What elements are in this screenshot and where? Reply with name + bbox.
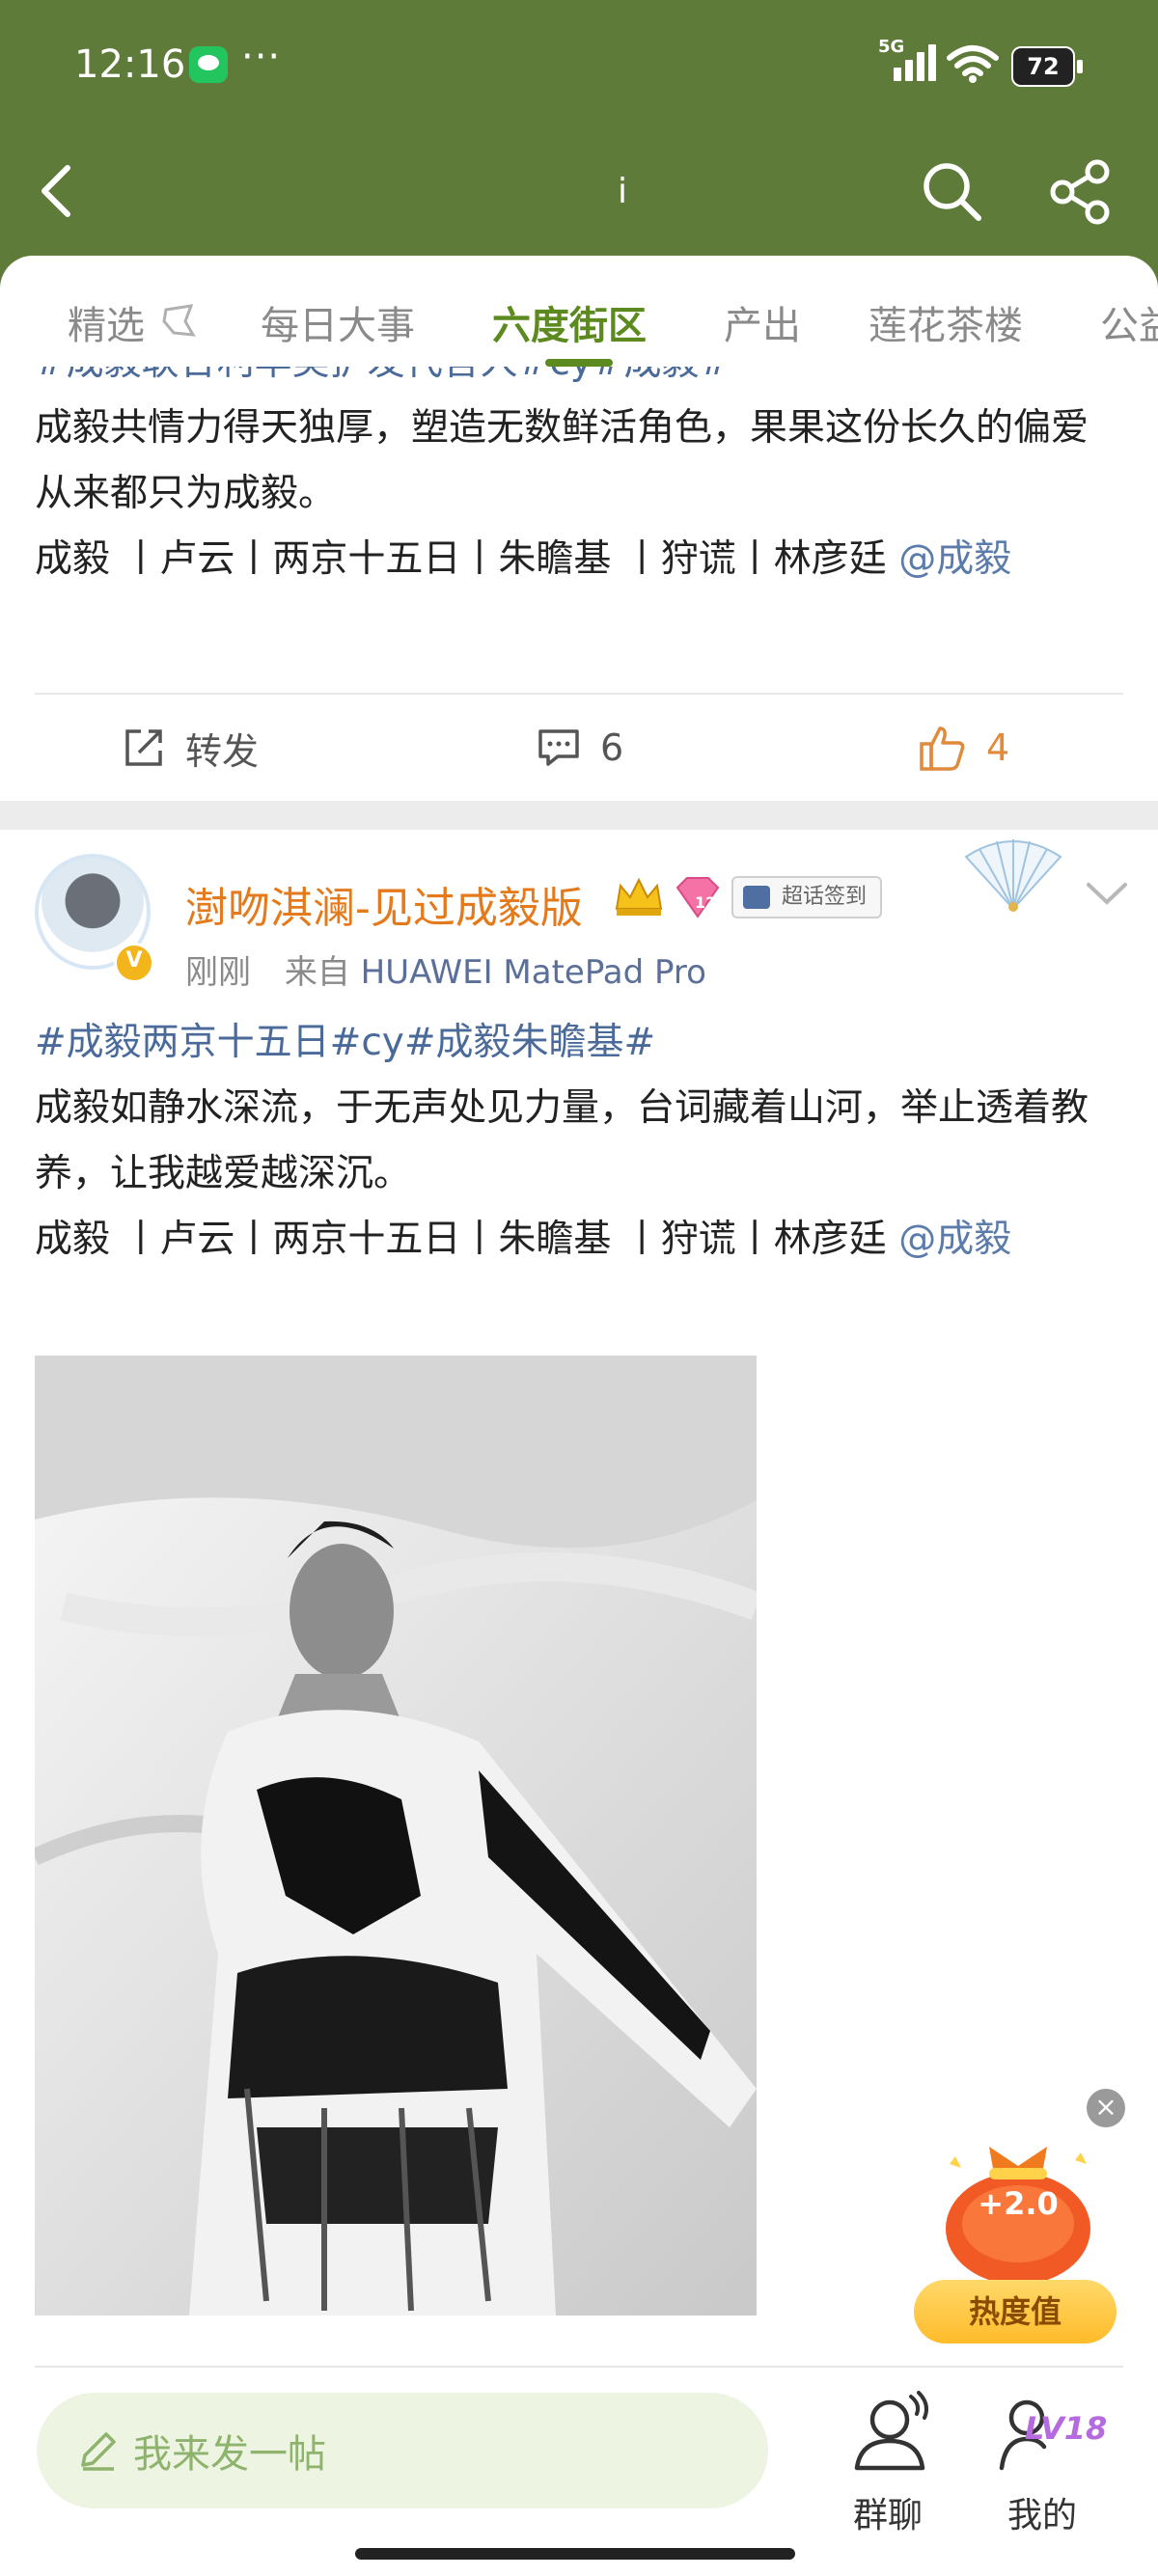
post-2-source-prefix: 来自	[284, 953, 350, 992]
tab-lotus-teahouse[interactable]: 莲花茶楼	[868, 294, 1023, 350]
profile-label: 我的	[1006, 2496, 1077, 2535]
cellular-signal-icon: 5G	[878, 37, 938, 81]
level-gem-number: 12	[695, 893, 717, 912]
post-2-meta: 刚刚 来自 HUAWEI MatePad Pro	[185, 945, 706, 993]
heat-value-widget[interactable]: × +2.0 热度值	[907, 2089, 1129, 2378]
group-chat-button[interactable]: 群聊	[840, 2391, 936, 2535]
message-notification-icon	[189, 46, 228, 83]
battery-indicator: 72	[1011, 46, 1083, 87]
like-button[interactable]: 4	[919, 722, 1009, 774]
photo-illustration	[35, 1356, 757, 2316]
search-icon[interactable]	[919, 158, 984, 224]
level-gem-icon: 12	[674, 876, 722, 918]
status-time: 12:16	[74, 42, 186, 87]
verified-badge: V	[114, 943, 154, 983]
post-2-hashtags[interactable]: #成毅两京十五日#cy#成毅朱瞻基#	[35, 1010, 1125, 1076]
status-bar: 12:16 ··· 5G 72	[0, 0, 1158, 130]
post-1-mention[interactable]: @成毅	[898, 537, 1011, 581]
repost-icon	[125, 729, 162, 766]
wifi-icon	[947, 45, 999, 83]
post-1-actions: 转发 6 4	[0, 695, 1158, 801]
post-2-roles-text: 成毅 丨卢云丨两京十五日丨朱瞻基 丨狩谎丨林彦廷	[35, 1218, 899, 1261]
post-1-roles: 成毅 丨卢云丨两京十五日丨朱瞻基 丨狩谎丨林彦廷 @成毅	[35, 527, 1125, 592]
post-1-hashtags[interactable]: #成毅联合利华美护发代言人#cy#成毅#	[35, 367, 1125, 396]
comment-count: 6	[600, 726, 624, 769]
nav-title-placeholder: i	[618, 172, 628, 211]
crown-icon	[615, 877, 663, 916]
chaohua-checkin-badge: 超话签到	[731, 876, 883, 918]
post-1-body: #成毅联合利华美护发代言人#cy#成毅# 成毅共情力得天独厚，塑造无数鲜活角色，…	[35, 367, 1125, 592]
post-2-roles: 成毅 丨卢云丨两京十五日丨朱瞻基 丨狩谎丨林彦廷 @成毅	[35, 1207, 1125, 1273]
more-notifications-indicator: ···	[241, 35, 282, 79]
bottom-divider	[35, 2366, 1123, 2368]
group-chat-label: 群聊	[852, 2496, 923, 2535]
post-2-mention[interactable]: @成毅	[898, 1218, 1011, 1261]
pencil-icon	[81, 2432, 116, 2471]
group-chat-icon	[854, 2391, 928, 2471]
compose-placeholder: 我来发一帖	[133, 2432, 326, 2477]
comment-icon	[538, 729, 579, 766]
tab-liudu-block[interactable]: 六度街区	[492, 294, 647, 350]
channel-tab-bar: 精选 每日大事 六度街区 产出 莲花茶楼 公益	[0, 256, 1158, 367]
post-separator	[0, 801, 1158, 830]
comment-button[interactable]: 6	[537, 722, 623, 774]
post-1-roles-text: 成毅 丨卢云丨两京十五日丨朱瞻基 丨狩谎丨林彦廷	[35, 537, 899, 581]
navigation-bar: i	[0, 145, 1158, 241]
post-2-time: 刚刚	[185, 953, 251, 992]
back-arrow-icon[interactable]	[29, 162, 87, 220]
thumbs-up-icon	[920, 726, 965, 771]
post-2-text: 成毅如静水深流，于无声处见力量，台词藏着山河，举止透着教养，让我越爱越深沉。	[35, 1086, 1089, 1195]
post-2-photo[interactable]	[35, 1356, 757, 2316]
repost-button[interactable]: 转发	[122, 722, 259, 774]
post-2-username[interactable]: 澍吻淇澜-见过成毅版	[185, 873, 583, 935]
repost-label: 转发	[185, 729, 260, 773]
post-1-text: 成毅共情力得天独厚，塑造无数鲜活角色，果果这份长久的偏爱从来都只为成毅。	[35, 406, 1089, 515]
user-level-badge: LV18	[1025, 2410, 1108, 2447]
heat-value-label[interactable]: 热度值	[914, 2280, 1117, 2343]
like-count: 4	[986, 726, 1010, 769]
profile-button[interactable]: LV18 我的	[994, 2391, 1107, 2535]
tab-charity[interactable]: 公益	[1100, 294, 1158, 350]
heat-value-amount: +2.0	[978, 2185, 1059, 2222]
active-tab-indicator	[545, 359, 613, 367]
featured-tab-icon	[162, 304, 196, 337]
network-type: 5G	[878, 37, 905, 57]
compose-post-input[interactable]: 我来发一帖	[37, 2393, 768, 2508]
folding-fan-decoration-icon	[964, 839, 1062, 912]
tab-featured[interactable]: 精选	[68, 294, 145, 350]
post-2-source-device: HUAWEI MatePad Pro	[360, 953, 706, 992]
chevron-down-icon[interactable]	[1083, 873, 1131, 912]
tab-output[interactable]: 产出	[724, 294, 801, 350]
post-2-body: #成毅两京十五日#cy#成毅朱瞻基# 成毅如静水深流，于无声处见力量，台词藏着山…	[35, 1010, 1125, 1273]
share-icon[interactable]	[1047, 158, 1115, 226]
bottom-action-bar: 我来发一帖 群聊 LV18 我的	[0, 2373, 1158, 2576]
home-indicator	[355, 2548, 795, 2560]
tab-daily-events[interactable]: 每日大事	[261, 294, 415, 350]
